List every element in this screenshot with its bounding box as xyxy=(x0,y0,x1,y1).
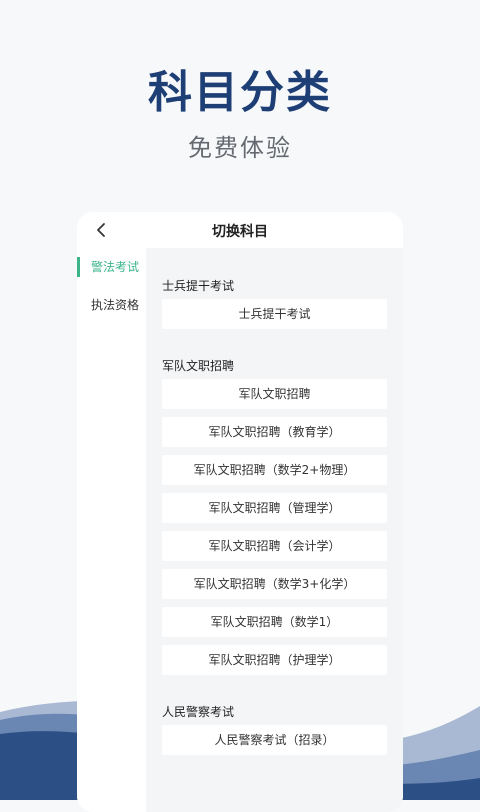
subject-item[interactable]: 军队文职招聘（数学1） xyxy=(162,607,387,637)
subject-group: 人民警察考试 人民警察考试（招录） xyxy=(146,699,403,755)
nav-bar: 切换科目 xyxy=(77,212,403,248)
subject-group: 军队文职招聘 军队文职招聘 军队文职招聘（教育学） 军队文职招聘（数学2+物理）… xyxy=(146,353,403,675)
sidebar-item-label: 警法考试 xyxy=(91,260,140,274)
subject-picker: 警法考试 执法资格 士兵提干考试 士兵提干考试 军队文职招聘 军队文职招聘 军队… xyxy=(77,248,403,812)
phone-mockup: 切换科目 警法考试 执法资格 士兵提干考试 士兵提干考试 军队文职招聘 军队文职… xyxy=(77,212,403,812)
subject-item[interactable]: 军队文职招聘 xyxy=(162,379,387,409)
subject-item[interactable]: 军队文职招聘（管理学） xyxy=(162,493,387,523)
subject-item[interactable]: 军队文职招聘（护理学） xyxy=(162,645,387,675)
category-sidebar: 警法考试 执法资格 xyxy=(77,248,146,812)
subject-item[interactable]: 军队文职招聘（数学3+化学） xyxy=(162,569,387,599)
subject-item[interactable]: 军队文职招聘（教育学） xyxy=(162,417,387,447)
sidebar-item-law-enforcement[interactable]: 执法资格 xyxy=(77,286,146,324)
sidebar-item-label: 执法资格 xyxy=(91,298,140,312)
subject-item[interactable]: 军队文职招聘（数学2+物理） xyxy=(162,455,387,485)
active-indicator xyxy=(77,257,80,277)
group-title: 士兵提干考试 xyxy=(162,279,235,293)
subject-item[interactable]: 士兵提干考试 xyxy=(162,299,387,329)
nav-title: 切换科目 xyxy=(212,224,268,240)
sidebar-item-police-law[interactable]: 警法考试 xyxy=(77,248,146,286)
subject-group: 士兵提干考试 士兵提干考试 xyxy=(146,273,403,329)
page-headline: 科目分类 xyxy=(148,67,332,118)
group-title: 人民警察考试 xyxy=(162,705,235,719)
group-title: 军队文职招聘 xyxy=(162,359,235,373)
subject-item[interactable]: 人民警察考试（招录） xyxy=(162,725,387,755)
subject-list: 士兵提干考试 士兵提干考试 军队文职招聘 军队文职招聘 军队文职招聘（教育学） … xyxy=(146,248,403,812)
subject-item[interactable]: 军队文职招聘（会计学） xyxy=(162,531,387,561)
page-subheadline: 免费体验 xyxy=(188,134,292,162)
